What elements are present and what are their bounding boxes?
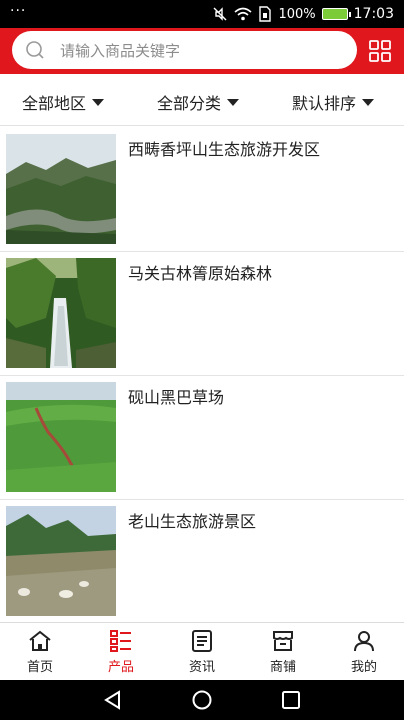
product-title: 马关古林箐原始森林 [128, 264, 273, 283]
shop-icon [273, 631, 293, 651]
tab-label: 我的 [350, 660, 377, 675]
product-title: 老山生态旅游景区 [128, 512, 257, 531]
product-image [6, 382, 116, 492]
home-icon [29, 630, 51, 651]
list-item[interactable]: 砚山黑巴草场 [0, 376, 404, 500]
sim-icon [259, 6, 272, 22]
product-image [6, 258, 116, 368]
header-bar: 请输入商品关键字 [0, 28, 404, 74]
bottom-tab-bar: 首页 产品 资讯 商铺 我的 [0, 622, 404, 680]
tab-label: 资讯 [188, 660, 215, 675]
caret-down-icon [362, 98, 375, 106]
list-item[interactable]: 老山生态旅游景区 [0, 500, 404, 622]
product-list: 西畴香坪山生态旅游开发区 马关古林箐原始森林 砚山黑巴草场 老山生态旅游景区 [0, 126, 404, 622]
product-title: 西畴香坪山生态旅游开发区 [128, 140, 321, 159]
tab-profile[interactable]: 我的 [324, 623, 404, 681]
tab-news[interactable]: 资讯 [162, 623, 242, 681]
mute-icon [213, 7, 227, 21]
search-input[interactable]: 请输入商品关键字 [12, 31, 357, 69]
caret-down-icon [92, 98, 105, 106]
tab-shop[interactable]: 商铺 [243, 623, 323, 681]
list-item[interactable]: 西畴香坪山生态旅游开发区 [0, 128, 404, 252]
tab-label: 首页 [26, 660, 53, 675]
filter-bar: 全部地区 全部分类 默认排序 [0, 74, 404, 126]
list-item[interactable]: 马关古林箐原始森林 [0, 252, 404, 376]
filter-category[interactable]: 全部分类 [157, 90, 240, 114]
filter-sort[interactable]: 默认排序 [292, 90, 375, 114]
product-image [6, 134, 116, 244]
filter-label: 默认排序 [292, 94, 357, 113]
product-list-icon [110, 630, 131, 652]
search-icon [26, 41, 44, 59]
filter-region[interactable]: 全部地区 [22, 90, 105, 114]
filter-label: 全部分类 [157, 94, 222, 113]
tab-label: 产品 [107, 660, 134, 675]
wifi-icon [234, 7, 252, 21]
tab-home[interactable]: 首页 [0, 623, 80, 681]
tab-products[interactable]: 产品 [81, 623, 161, 681]
system-nav-bar [0, 680, 404, 720]
search-placeholder: 请输入商品关键字 [60, 42, 181, 60]
product-image [6, 506, 116, 616]
notification-dots: ··· [10, 3, 27, 19]
user-icon [354, 631, 374, 652]
news-icon [192, 630, 212, 652]
home-circle-icon[interactable] [191, 689, 213, 711]
recents-icon[interactable] [281, 690, 301, 710]
product-title: 砚山黑巴草场 [128, 388, 225, 407]
back-icon[interactable] [102, 689, 124, 711]
status-bar: ··· 100% 17:03 [0, 0, 404, 28]
tab-label: 商铺 [269, 660, 296, 675]
battery-icon [321, 8, 351, 20]
clock: 17:03 [353, 6, 394, 22]
caret-down-icon [227, 98, 240, 106]
grid-menu-icon[interactable] [369, 40, 391, 62]
battery-percent: 100% [278, 6, 316, 22]
filter-label: 全部地区 [22, 94, 87, 113]
